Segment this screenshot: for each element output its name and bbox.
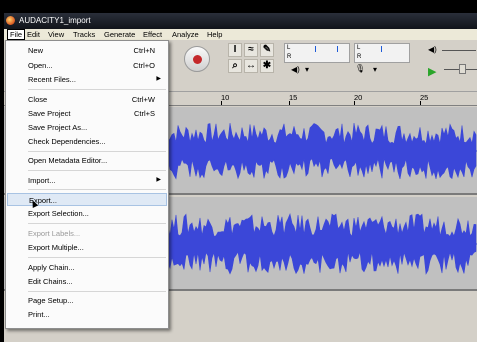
title-bar: AUDACITY1_import [4,13,477,29]
menu-item-new[interactable]: New Ctrl+N [7,44,167,57]
record-meter-dropdown-icon[interactable]: ▾ [373,65,377,74]
menu-separator [28,89,166,90]
audacity-logo-icon [6,16,15,25]
submenu-arrow-icon: ▶ [156,76,161,82]
menu-item-apply-chain[interactable]: Apply Chain... [7,261,167,274]
menu-item-recent-files[interactable]: Recent Files... ▶ [7,73,167,86]
speaker-icon: ◀) [291,65,300,74]
menu-item-save-project[interactable]: Save Project Ctrl+S [7,107,167,120]
menu-item-check-dependencies[interactable]: Check Dependencies... [7,135,167,148]
window-title: AUDACITY1_import [19,16,91,25]
menu-item-import[interactable]: Import... ▶ [7,174,167,187]
meter-left-label: L [287,45,291,51]
submenu-arrow-icon: ▶ [156,177,161,183]
menu-separator [28,291,166,292]
menu-item-open-metadata-editor[interactable]: Open Metadata Editor... [7,154,167,167]
menu-effect[interactable]: Effect [141,29,164,40]
multi-tool-icon[interactable]: ✱ [260,59,274,73]
draw-tool-icon[interactable]: ✎ [260,43,274,57]
record-icon [193,55,202,64]
playback-meter[interactable]: L R [284,43,350,63]
menu-separator [28,170,166,171]
menu-item-page-setup[interactable]: Page Setup... [7,294,167,307]
menu-help[interactable]: Help [205,29,224,40]
menu-item-export-multiple[interactable]: Export Multiple... [7,241,167,254]
menu-analyze[interactable]: Analyze [170,29,201,40]
record-button[interactable] [184,46,210,72]
waveform-path [163,213,477,275]
menu-separator [28,257,166,258]
ruler-tick-label: 20 [354,93,363,102]
selection-tool-icon[interactable]: I [228,43,242,57]
menu-file[interactable]: File [7,29,26,40]
play-at-speed-icon[interactable]: ▶ [428,65,436,78]
timeshift-tool-icon[interactable]: ↔ [244,59,258,73]
zoom-tool-icon[interactable]: ⌕ [228,59,242,73]
meter-dropdown-icon[interactable]: ▾ [305,65,309,74]
menu-view[interactable]: View [46,29,66,40]
menu-item-open[interactable]: Open... Ctrl+O [7,59,167,72]
menu-item-export-labels: Export Labels... [28,229,81,238]
menu-separator [28,189,166,190]
file-menu-dropdown: New Ctrl+N Open... Ctrl+O Recent Files... ▶… [5,40,169,329]
record-meter[interactable]: L R [354,43,410,63]
meter-right-label: R [287,54,292,60]
ruler-tick-label: 25 [420,93,429,102]
menu-item-print[interactable]: Print... [7,308,167,321]
waveform-path [163,122,477,180]
menu-item-export-selection[interactable]: Export Selection... [7,207,167,220]
menu-separator [28,223,166,224]
ruler-tick-label: 15 [289,93,298,102]
menu-edit[interactable]: Edit [25,29,42,40]
menu-separator [28,151,166,152]
menu-item-edit-chains[interactable]: Edit Chains... [7,275,167,288]
volume-slider[interactable] [442,50,476,51]
speed-slider-thumb[interactable] [459,64,466,74]
envelope-tool-icon[interactable]: ≈ [244,43,258,57]
menu-generate[interactable]: Generate [102,29,137,40]
menu-item-save-project-as[interactable]: Save Project As... [7,121,167,134]
ruler-tick-label: 10 [221,93,230,102]
microphone-icon: 🎙 [355,64,366,73]
menu-tracks[interactable]: Tracks [71,29,97,40]
menu-bar: File Edit View Tracks Generate Effect An… [4,29,477,40]
volume-icon: ◀) [428,45,437,54]
menu-item-close[interactable]: Close Ctrl+W [7,93,167,106]
